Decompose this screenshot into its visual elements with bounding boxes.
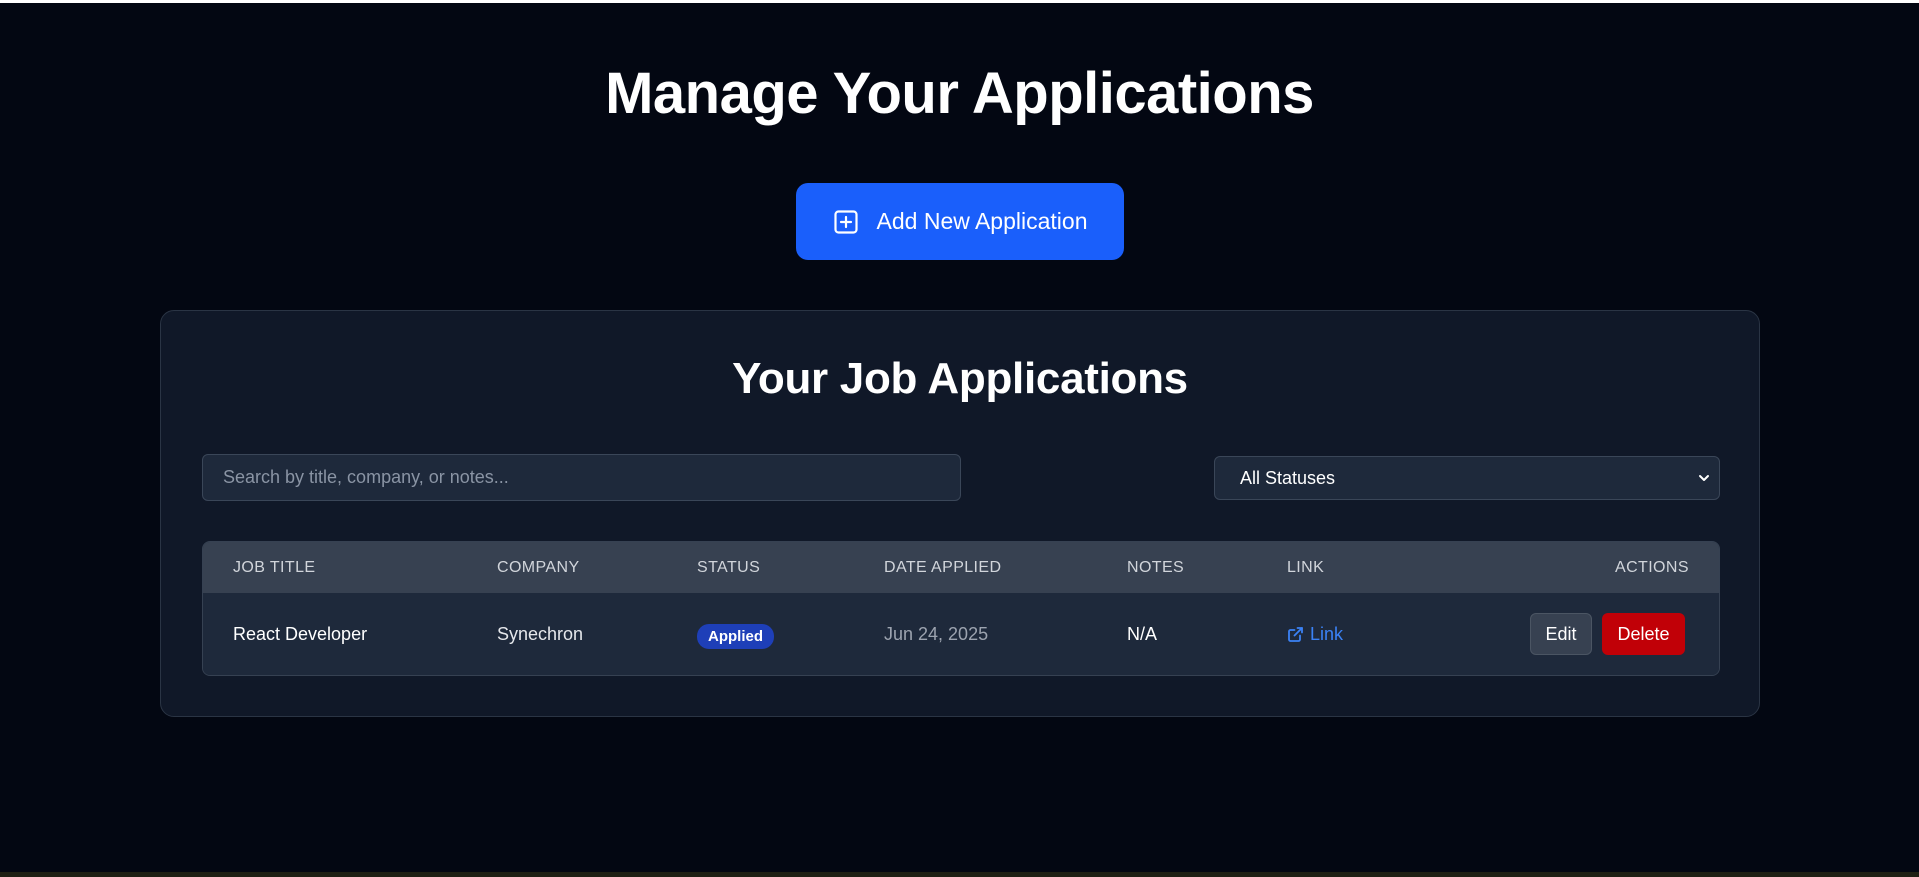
page-title: Manage Your Applications	[605, 61, 1314, 126]
column-header-job-title: JOB TITLE	[233, 559, 316, 576]
status-badge: Applied	[697, 624, 774, 649]
card-title: Your Job Applications	[732, 354, 1188, 403]
bottom-border	[0, 872, 1919, 877]
job-link[interactable]: Link	[1287, 624, 1343, 645]
applications-card: Your Job Applications All Statuses JOB T…	[160, 310, 1760, 717]
external-link-icon	[1287, 626, 1304, 643]
column-header-actions: ACTIONS	[1615, 559, 1689, 576]
edit-button[interactable]: Edit	[1530, 613, 1592, 655]
add-new-application-label: Add New Application	[876, 208, 1088, 234]
column-header-status: STATUS	[697, 559, 761, 576]
status-cell: Applied	[697, 593, 774, 675]
page: Manage Your Applications Add New Applica…	[0, 3, 1919, 872]
delete-button[interactable]: Delete	[1602, 613, 1685, 655]
status-filter-select[interactable]: All Statuses	[1214, 456, 1720, 500]
job-title-cell: React Developer	[233, 624, 368, 644]
link-cell: Link	[1287, 593, 1343, 675]
status-filter-value: All Statuses	[1240, 467, 1336, 488]
company-cell: Synechron	[497, 624, 584, 644]
add-new-application-button[interactable]: Add New Application	[796, 183, 1124, 260]
search-input[interactable]	[202, 454, 961, 501]
column-header-link: LINK	[1287, 559, 1325, 576]
job-link-label: Link	[1310, 624, 1344, 644]
table-row: React Developer Synechron Applied Jun 24…	[203, 593, 1719, 675]
applications-table: JOB TITLE COMPANY STATUS DATE APPLIED NO…	[202, 541, 1720, 676]
notes-cell: N/A	[1127, 624, 1158, 644]
column-header-notes: NOTES	[1127, 559, 1185, 576]
plus-square-icon	[833, 209, 859, 235]
date-applied-cell: Jun 24, 2025	[884, 624, 989, 644]
chevron-down-icon	[1697, 471, 1711, 485]
column-header-company: COMPANY	[497, 559, 580, 576]
table-header: JOB TITLE COMPANY STATUS DATE APPLIED NO…	[203, 542, 1719, 593]
column-header-date-applied: DATE APPLIED	[884, 559, 1002, 576]
